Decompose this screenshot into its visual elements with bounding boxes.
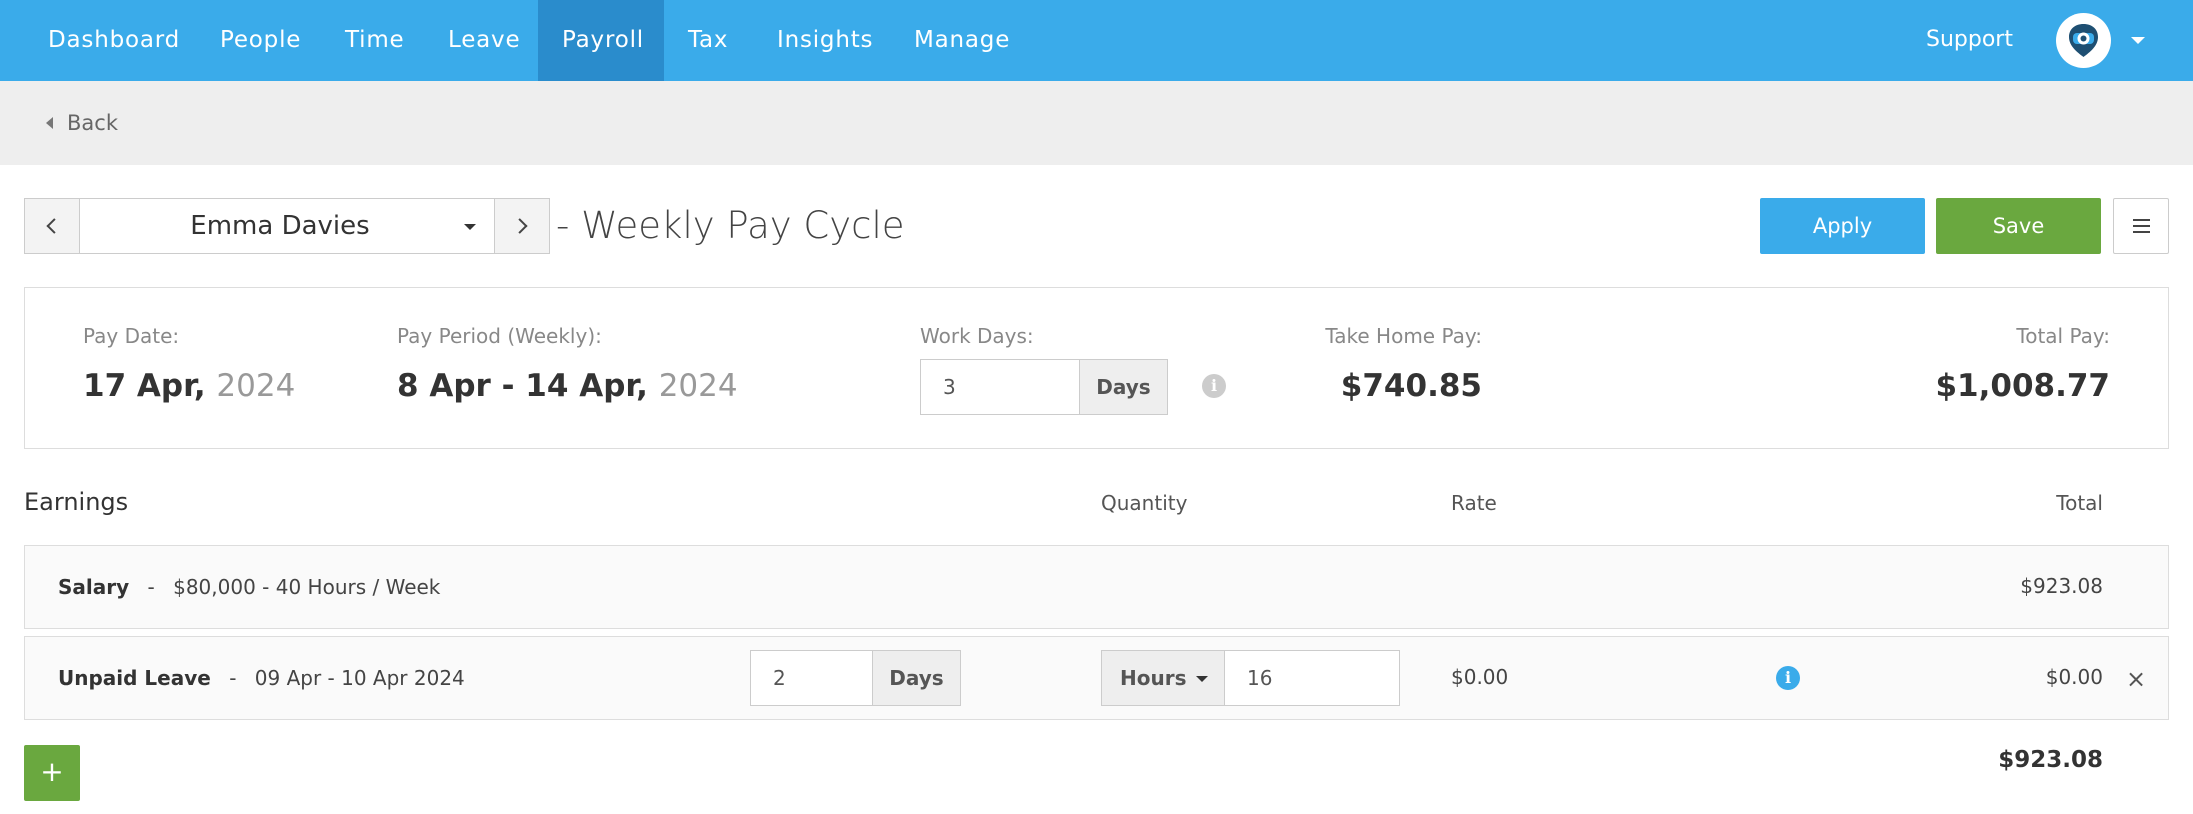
take-home-pay-label: Take Home Pay:: [1325, 324, 1482, 348]
next-employee-button[interactable]: [494, 198, 550, 254]
unpaid-leave-separator: -: [229, 666, 237, 690]
salary-description: Salary - $80,000 - 40 Hours / Week: [58, 546, 440, 628]
quantity-hours-input[interactable]: 16: [1224, 650, 1400, 706]
chevron-down-icon: [464, 224, 476, 230]
employee-select[interactable]: Emma Davies: [80, 198, 494, 254]
work-days-label: Work Days:: [920, 324, 1034, 348]
back-link[interactable]: Back: [46, 109, 118, 137]
nav-insights[interactable]: Insights: [753, 0, 897, 81]
unpaid-leave-dates: 09 Apr - 10 Apr 2024: [254, 666, 465, 690]
quantity-unit-label: Hours: [1120, 666, 1187, 690]
back-arrow-icon: [46, 117, 53, 129]
add-earning-button[interactable]: +: [24, 745, 80, 801]
unpaid-leave-description: Unpaid Leave - 09 Apr - 10 Apr 2024: [58, 637, 465, 719]
pay-period-value: 8 Apr - 14 Apr, 2024: [397, 368, 738, 404]
unpaid-leave-name: Unpaid Leave: [58, 666, 211, 690]
info-icon[interactable]: i: [1202, 374, 1226, 398]
pay-date-value: 17 Apr, 2024: [83, 368, 295, 404]
salary-separator: -: [147, 575, 155, 599]
previous-employee-button[interactable]: [24, 198, 80, 254]
sub-header-bar: Back: [0, 81, 2193, 165]
info-icon[interactable]: i: [1776, 666, 1800, 690]
earnings-grand-total: $923.08: [1998, 747, 2103, 773]
support-link[interactable]: Support: [1926, 0, 2013, 80]
unpaid-leave-rate: $0.00: [1451, 665, 1509, 689]
work-days-input[interactable]: 3: [920, 359, 1080, 415]
nav-leave[interactable]: Leave: [424, 0, 544, 81]
salary-detail: $80,000 - 40 Hours / Week: [173, 575, 441, 599]
column-header-quantity: Quantity: [1101, 491, 1188, 515]
salary-name: Salary: [58, 575, 130, 599]
user-avatar-icon: [2069, 24, 2098, 57]
chevron-left-icon: [46, 218, 62, 234]
column-header-total: Total: [2056, 491, 2103, 515]
nav-people[interactable]: People: [196, 0, 325, 81]
pay-period-year: 2024: [658, 368, 738, 404]
pay-period-range: 8 Apr - 14 Apr,: [397, 368, 648, 404]
quantity-unit-select[interactable]: Hours: [1101, 650, 1225, 706]
pay-date-day: 17 Apr,: [83, 368, 206, 404]
earnings-heading: Earnings: [24, 488, 129, 516]
user-avatar[interactable]: [2056, 13, 2111, 68]
nav-time[interactable]: Time: [321, 0, 429, 81]
take-home-pay-value: $740.85: [1340, 368, 1482, 404]
pay-date-year: 2024: [216, 368, 296, 404]
earning-row-unpaid-leave: Unpaid Leave - 09 Apr - 10 Apr 2024: [24, 636, 2169, 720]
remove-row-close-icon[interactable]: ×: [2126, 664, 2146, 694]
save-button[interactable]: Save: [1936, 198, 2101, 254]
total-pay-value: $1,008.77: [1935, 368, 2110, 404]
salary-total: $923.08: [2020, 574, 2103, 598]
work-days-unit: Days: [1079, 359, 1168, 415]
more-options-button[interactable]: [2113, 198, 2169, 254]
earning-row-salary: Salary - $80,000 - 40 Hours / Week: [24, 545, 2169, 629]
nav-payroll[interactable]: Payroll: [538, 0, 664, 81]
back-label: Back: [67, 111, 118, 135]
top-nav-bar: Dashboard People Time Leave Payroll Tax …: [0, 0, 2193, 81]
leave-days-unit: Days: [872, 650, 961, 706]
nav-dashboard[interactable]: Dashboard: [24, 0, 204, 81]
column-header-rate: Rate: [1451, 491, 1497, 515]
unpaid-leave-total: $0.00: [2045, 665, 2103, 689]
pay-date-label: Pay Date:: [83, 324, 180, 348]
pay-cycle-title: - Weekly Pay Cycle: [556, 204, 905, 247]
hamburger-menu-icon: [2133, 219, 2150, 233]
leave-days-input[interactable]: 2: [750, 650, 874, 706]
employee-name: Emma Davies: [190, 211, 370, 241]
pay-period-label: Pay Period (Weekly):: [397, 324, 602, 348]
apply-button[interactable]: Apply: [1760, 198, 1925, 254]
chevron-down-icon: [1196, 676, 1208, 682]
nav-tax[interactable]: Tax: [664, 0, 752, 81]
total-pay-label: Total Pay:: [2016, 324, 2110, 348]
account-menu-caret-icon[interactable]: [2131, 37, 2145, 44]
chevron-right-icon: [512, 218, 528, 234]
nav-manage[interactable]: Manage: [890, 0, 1034, 81]
